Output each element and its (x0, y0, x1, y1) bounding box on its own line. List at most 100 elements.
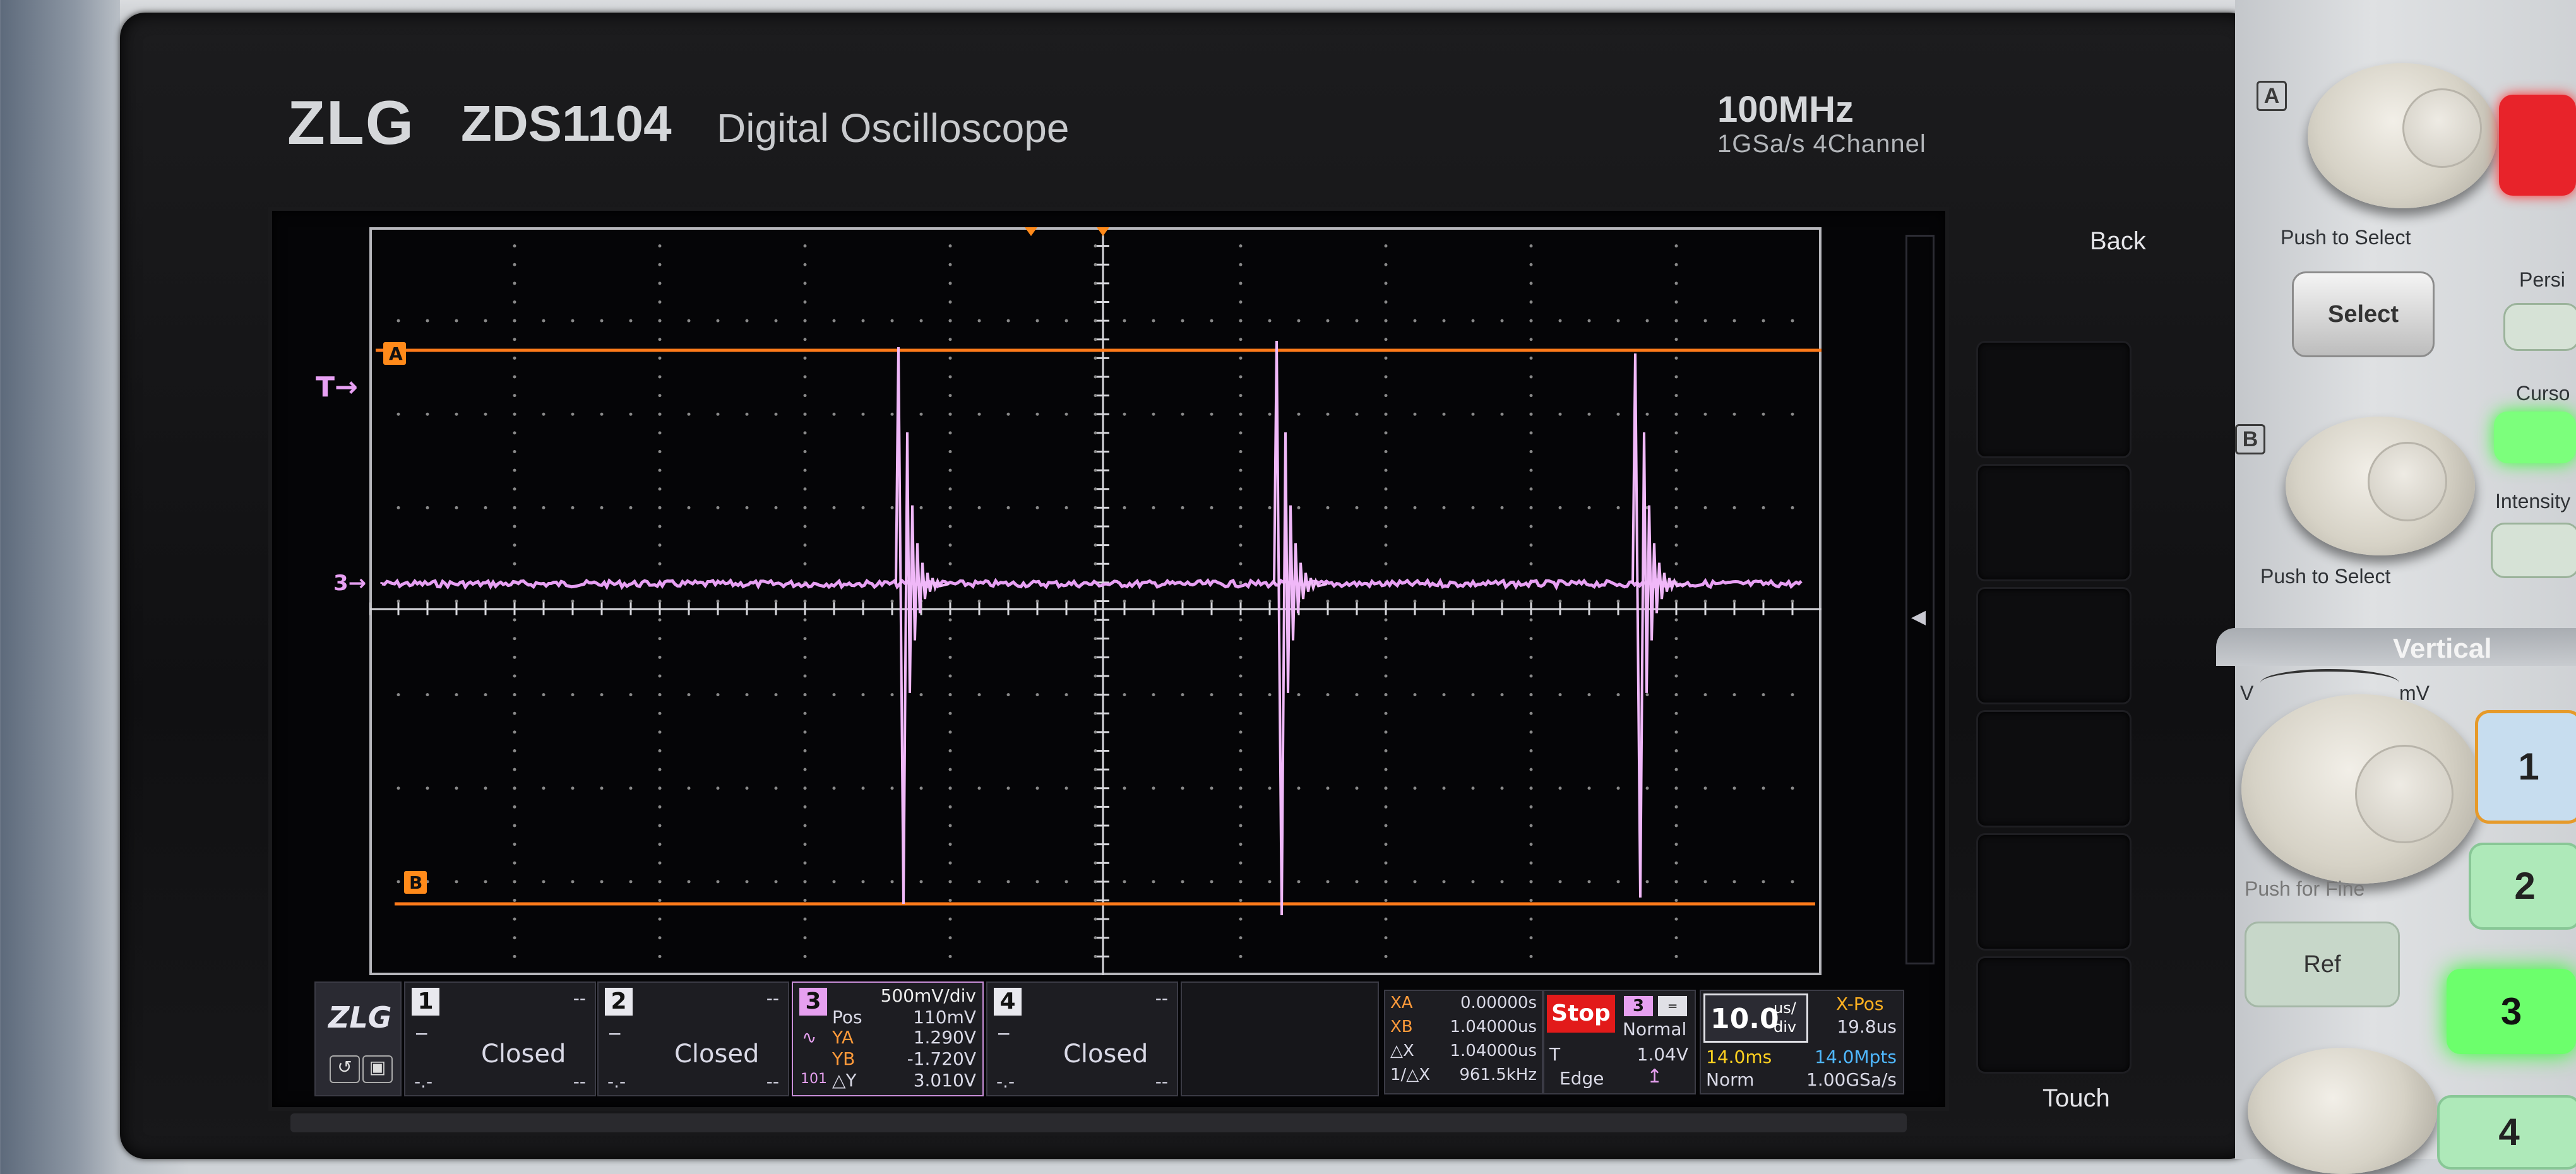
time-reference-marker[interactable] (1097, 227, 1109, 236)
channel-2-panel[interactable]: 2 -- − Closed -.- -- (597, 981, 789, 1096)
logo-panel[interactable]: ZLG ↺ ▣ (314, 981, 402, 1096)
grid-dot (687, 693, 691, 697)
grid-dot (1674, 412, 1678, 416)
grid-dot (803, 824, 807, 827)
grid-dot (1326, 412, 1330, 416)
vertical-position-knob[interactable] (2248, 1048, 2437, 1174)
run-stop-button[interactable] (2499, 95, 2576, 196)
waveform-area[interactable]: A B (369, 227, 1822, 975)
grid-dot (803, 786, 807, 790)
grid-dot (1529, 506, 1533, 509)
grid-dot (1703, 319, 1707, 323)
channel-4-panel[interactable]: 4 -- − Closed -.- -- (986, 981, 1178, 1096)
grid-dot (658, 468, 662, 472)
channel-2-number: 2 (605, 988, 633, 1016)
intensity-button[interactable] (2491, 523, 2576, 578)
grid-dot (1529, 936, 1533, 940)
grid-dot (803, 244, 807, 248)
grid-dot (1384, 338, 1388, 341)
grid-dot (1384, 861, 1388, 865)
grid-dot (745, 412, 749, 416)
grid-dot (1181, 880, 1184, 884)
grid-dot (513, 562, 516, 566)
trigger-level-marker[interactable]: T→ (316, 371, 358, 403)
grid-dot (1152, 600, 1155, 603)
grid-dot (658, 936, 662, 940)
grid-dot (1674, 618, 1678, 622)
grid-dot (397, 600, 400, 603)
grid-dot (513, 917, 516, 921)
grid-dot (803, 600, 807, 603)
grid-dot (600, 506, 604, 509)
delta-x-label: △X (1390, 1041, 1414, 1060)
timebase-box[interactable]: 10.0 us/ div (1703, 993, 1808, 1043)
cursor-label: Curso (2516, 382, 2570, 405)
grid-dot (1791, 880, 1794, 884)
grid-dot (1239, 618, 1243, 622)
grid-dot (1529, 468, 1533, 472)
volts-per-div-knob[interactable] (2241, 694, 2481, 884)
trigger-position-marker[interactable] (1025, 227, 1037, 236)
grid-dot (716, 693, 720, 697)
screen-capture-icon[interactable]: ▣ (362, 1055, 393, 1083)
softkey-5[interactable] (1976, 833, 2132, 951)
softkey-6[interactable] (1976, 956, 2132, 1074)
grid-dot (658, 824, 662, 827)
grid-dot (1674, 674, 1678, 678)
grid-dot (1326, 880, 1330, 884)
grid-dot (455, 412, 458, 416)
collapse-arrow-icon[interactable]: ◀ (1911, 606, 1926, 628)
grid-dot (513, 543, 516, 547)
rising-edge-icon: ↥ (1647, 1065, 1663, 1088)
grid-dot (803, 450, 807, 453)
grid-dot (1094, 824, 1097, 827)
grid-dot (1529, 693, 1533, 697)
grid-dot (948, 487, 952, 491)
grid-dot (1500, 693, 1504, 697)
timebase-panel[interactable]: 10.0 us/ div X-Pos 19.8us 14.0ms 14.0Mpt… (1700, 990, 1904, 1094)
persistence-button[interactable] (2503, 303, 2576, 351)
multipurpose-knob-a[interactable] (2308, 63, 2497, 208)
grid-dot (1732, 412, 1736, 416)
grid-dot (600, 600, 604, 603)
grid-dot (687, 319, 691, 323)
grid-dot (803, 674, 807, 678)
channel-3-button[interactable]: 3 (2447, 969, 2576, 1054)
knob-a-cap (2402, 88, 2482, 168)
grid-dot (1529, 300, 1533, 304)
grid-dot (1094, 562, 1097, 566)
softkey-1[interactable] (1976, 341, 2132, 458)
grid-dot (948, 450, 952, 453)
channel-1-panel[interactable]: 1 -- − Closed -.- -- (404, 981, 596, 1096)
softkey-3[interactable] (1976, 587, 2132, 704)
channel-3-offset-marker[interactable]: 3→ (333, 571, 366, 596)
channel-3-panel[interactable]: 3 500mV/div Pos 110mV ∿ YA 1.290V YB -1.… (792, 981, 984, 1096)
run-stop-status[interactable]: Stop (1547, 995, 1615, 1033)
softkey-4[interactable] (1976, 710, 2132, 827)
grid-dot (1384, 282, 1388, 285)
undo-icon[interactable]: ↺ (330, 1055, 360, 1083)
grid-dot (1529, 768, 1533, 771)
grid-dot (629, 412, 633, 416)
grid-dot (1239, 730, 1243, 734)
cursor-measure-panel[interactable]: XA 0.00000s XB 1.04000us △X 1.04000us 1/… (1384, 990, 1543, 1094)
select-button[interactable]: Select (2292, 271, 2435, 357)
channel-4-button[interactable]: 4 (2437, 1095, 2576, 1170)
xpos-label: X-Pos (1836, 993, 1884, 1014)
multipurpose-knob-b[interactable] (2286, 417, 2475, 555)
grid-dot (513, 786, 516, 790)
grid-dot (1529, 824, 1533, 827)
channel-2-button[interactable]: 2 (2469, 843, 2576, 930)
softkey-2[interactable] (1976, 464, 2132, 581)
grid-dot (1384, 768, 1388, 771)
channel-1-button[interactable]: 1 (2475, 710, 2576, 824)
grid-dot (1703, 786, 1707, 790)
grid-dot (484, 880, 487, 884)
cursor-frequency-value: 961.5kHz (1459, 1065, 1537, 1084)
cursor-button[interactable] (2494, 412, 2576, 463)
channel-2-dash-right: -- (766, 1071, 779, 1092)
ref-button[interactable]: Ref (2245, 922, 2400, 1007)
grid-dot (1239, 375, 1243, 379)
trigger-panel[interactable]: Stop 3 ═ Normal T 1.04V Edge ↥ (1543, 990, 1696, 1094)
grid-dot (1529, 954, 1533, 958)
